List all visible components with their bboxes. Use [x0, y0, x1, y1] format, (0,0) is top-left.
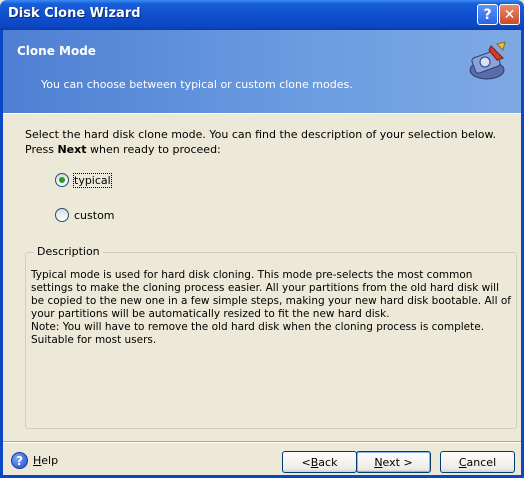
description-text: Typical mode is used for hard disk cloni… — [31, 269, 511, 346]
description-group: Description Typical mode is used for har… — [25, 245, 517, 429]
footer-divider — [3, 441, 521, 443]
next-button[interactable]: Next > — [356, 451, 431, 473]
option-typical[interactable]: typical — [55, 172, 112, 188]
option-label-custom: custom — [74, 208, 115, 222]
page-subtitle: You can choose between typical or custom… — [41, 78, 353, 91]
description-legend: Description — [34, 245, 103, 258]
wizard-content: Select the hard disk clone mode. You can… — [3, 115, 521, 440]
option-label-typical: typical — [73, 172, 112, 188]
option-custom[interactable]: custom — [55, 208, 115, 222]
title-bar[interactable]: Disk Clone Wizard ? ✕ — [0, 0, 524, 30]
back-button[interactable]: < Back — [282, 451, 357, 473]
disk-clone-wizard-icon — [469, 41, 506, 80]
close-icon: ✕ — [503, 6, 516, 23]
question-icon: ? — [483, 6, 492, 23]
radio-typical[interactable] — [55, 173, 69, 187]
close-button[interactable]: ✕ — [499, 4, 520, 25]
help-title-button[interactable]: ? — [477, 4, 498, 25]
instruction-text: Select the hard disk clone mode. You can… — [25, 128, 496, 156]
page-title: Clone Mode — [17, 44, 96, 58]
cancel-button[interactable]: Cancel — [440, 451, 515, 473]
radio-custom[interactable] — [55, 208, 69, 222]
window-title: Disk Clone Wizard — [8, 6, 141, 21]
wizard-header: Clone Mode You can choose between typica… — [3, 30, 521, 114]
help-link[interactable]: Help — [33, 454, 58, 467]
help-icon[interactable]: ? — [11, 452, 28, 469]
